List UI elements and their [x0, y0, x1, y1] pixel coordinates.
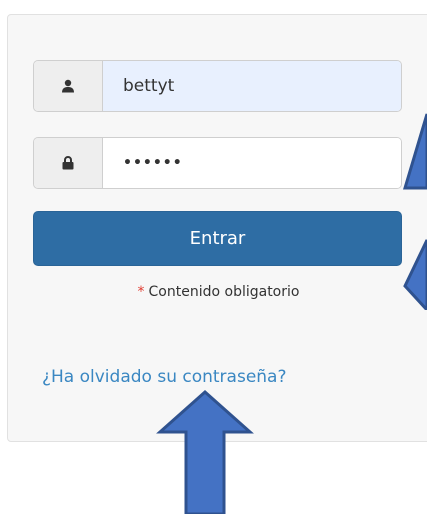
- annotation-arrow-up: [156, 389, 254, 514]
- required-note: * Contenido obligatorio: [0, 284, 427, 300]
- required-text: Contenido obligatorio: [148, 284, 300, 300]
- required-marker: *: [137, 284, 145, 300]
- username-input-group: [33, 60, 402, 112]
- username-input[interactable]: [103, 61, 401, 111]
- login-button[interactable]: Entrar: [33, 211, 402, 266]
- forgot-password-link[interactable]: ¿Ha olvidado su contraseña?: [42, 367, 287, 387]
- lock-icon: [34, 138, 103, 188]
- annotation-arrow-right-upper: [403, 113, 427, 190]
- password-input-group: [33, 137, 402, 189]
- annotation-arrow-right-lower: [403, 239, 427, 310]
- password-input[interactable]: [103, 138, 401, 188]
- user-icon: [34, 61, 103, 111]
